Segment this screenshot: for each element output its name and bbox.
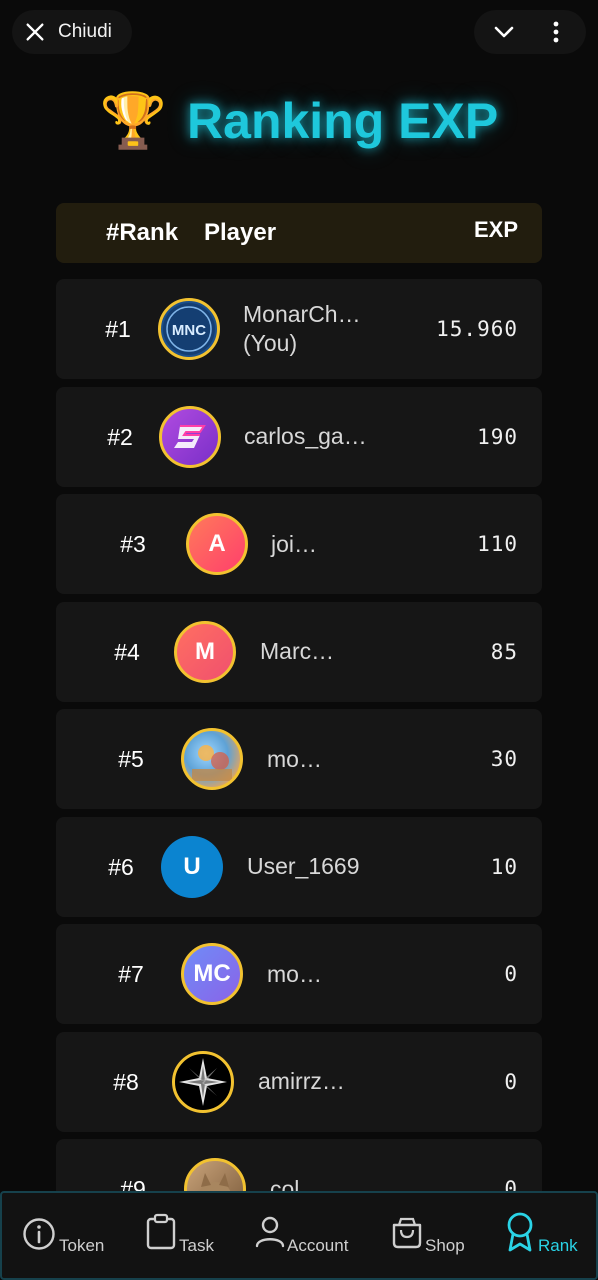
close-button[interactable]: Chiudi [12, 10, 132, 54]
player-name: Marc… [260, 638, 335, 665]
table-row[interactable]: #8 amirrz… 0 [56, 1031, 542, 1132]
exp-value: 0 [504, 962, 518, 986]
rank-number: #1 [105, 316, 131, 342]
exp-value: 0 [504, 1069, 518, 1094]
info-icon [23, 1218, 55, 1250]
mnc-logo-icon: MNC [163, 303, 215, 355]
rank-number: #4 [114, 638, 140, 665]
exp-value: 85 [490, 639, 518, 664]
nav-item-token[interactable]: Token [20, 1193, 120, 1280]
nav-label: Token [59, 1236, 105, 1255]
table-row[interactable]: #3 A joi… 110 [56, 494, 542, 594]
bottom-nav: Token Task Account Shop Rank [0, 1191, 598, 1280]
avatar [172, 1050, 234, 1113]
user-icon [255, 1216, 285, 1248]
bag-icon [392, 1217, 422, 1249]
rank-number: #7 [118, 961, 144, 987]
close-icon [26, 23, 44, 41]
ranking-list[interactable]: #1 MNC MonarCh… (You) 15.960 #2 carlos_g… [56, 279, 542, 1191]
rank-number: #9 [120, 1176, 146, 1191]
player-name: amirrz… [258, 1068, 345, 1095]
nav-label: Rank [538, 1236, 578, 1255]
nav-item-shop[interactable]: Shop [390, 1193, 480, 1280]
player-name: MonarCh… (You) [243, 301, 361, 356]
player-name: col… [270, 1175, 323, 1191]
player-name: mo… [267, 960, 322, 987]
avatar [184, 1158, 246, 1191]
page-title: 🏆 Ranking EXP [0, 86, 598, 156]
award-icon [507, 1212, 533, 1252]
s-logo-icon [174, 424, 206, 448]
rank-number: #5 [118, 746, 144, 772]
player-name: joi… [271, 530, 318, 557]
nav-label: Shop [425, 1236, 465, 1255]
clipboard-icon [146, 1213, 176, 1250]
table-row[interactable]: #1 MNC MonarCh… (You) 15.960 [56, 279, 542, 379]
rank-number: #2 [107, 423, 133, 450]
trophy-icon: 🏆 [99, 89, 168, 152]
exp-value: 190 [477, 424, 518, 449]
table-row[interactable]: #9 col… 0 [56, 1139, 542, 1191]
top-bar: Chiudi [0, 10, 598, 56]
avatar: A [186, 513, 248, 575]
exp-value: 0 [504, 1177, 518, 1191]
header-player: Player [204, 219, 277, 246]
player-name: User_1669 [247, 853, 360, 880]
table-header: #Rank Player EXP [56, 203, 542, 263]
chevron-down-icon[interactable] [492, 20, 516, 44]
avatar: MC [181, 943, 243, 1005]
cat-photo-icon [199, 1173, 231, 1191]
avatar: U [161, 835, 223, 898]
nav-label: Task [179, 1236, 214, 1255]
rank-number: #3 [120, 531, 146, 557]
avatar: MNC [158, 298, 220, 360]
table-row[interactable]: #7 MC mo… 0 [56, 924, 542, 1024]
nav-item-rank[interactable]: Rank [502, 1193, 592, 1280]
rank-number: #8 [113, 1068, 139, 1095]
rank-number: #6 [108, 853, 134, 880]
more-options-icon[interactable] [544, 20, 568, 44]
avatar: M [174, 620, 236, 683]
header-exp: EXP [473, 217, 518, 242]
table-row[interactable]: #4 M Marc… 85 [56, 601, 542, 702]
exp-value: 30 [490, 747, 518, 771]
close-label: Chiudi [58, 21, 112, 42]
svg-text:MNC: MNC [172, 322, 206, 339]
nav-item-account[interactable]: Account [254, 1193, 364, 1280]
exp-value: 110 [477, 532, 518, 556]
player-name: mo… [267, 745, 322, 772]
avatar [181, 728, 243, 790]
header-rank: #Rank [106, 219, 179, 246]
nav-label: Account [287, 1236, 349, 1255]
table-row[interactable]: #6 U User_1669 10 [56, 816, 542, 917]
exp-value: 15.960 [436, 317, 518, 341]
table-row[interactable]: #2 carlos_ga… 190 [56, 386, 542, 487]
compass-star-icon [179, 1057, 227, 1106]
photo-avatar-icon [192, 745, 232, 781]
nav-item-task[interactable]: Task [144, 1193, 234, 1280]
table-row[interactable]: #5 mo… 30 [56, 709, 542, 809]
header-actions [474, 10, 586, 54]
avatar [159, 405, 221, 468]
exp-value: 10 [490, 854, 518, 879]
page-title-text: Ranking EXP [187, 93, 499, 149]
player-name: carlos_ga… [244, 423, 367, 450]
